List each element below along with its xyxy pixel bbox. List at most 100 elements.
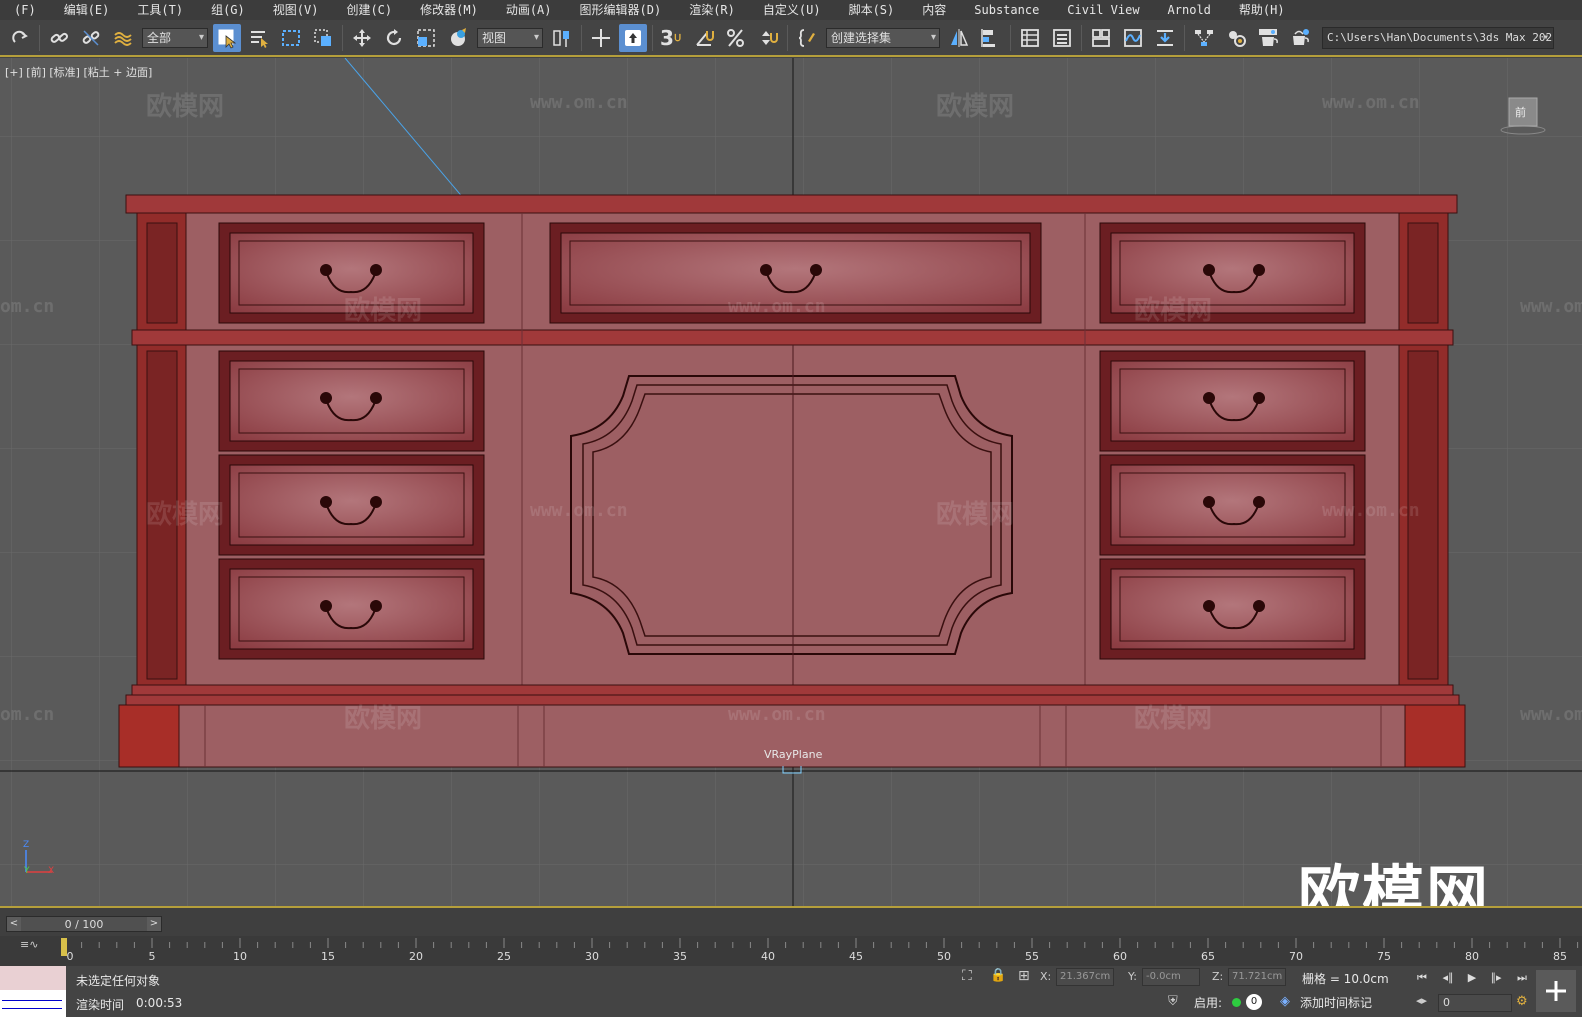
brand-watermark: 欧模网 xyxy=(1298,858,1491,906)
menu-item[interactable]: 内容 xyxy=(908,0,960,20)
track-bar[interactable]: 0 5 10 15 20 25 30 35 40 45 50 55 60 65 70 75 80 85 xyxy=(0,936,1582,966)
ruler-tick-label: 25 xyxy=(497,950,511,963)
ruler-tick-label: 45 xyxy=(849,950,863,963)
ruler-tick-label: 10 xyxy=(233,950,247,963)
maxscript-mini-listener[interactable] xyxy=(0,966,66,1017)
menu-item[interactable]: 修改器(M) xyxy=(406,0,492,20)
adaptive-degradation-icon[interactable]: ⛨ xyxy=(1168,994,1186,1012)
play-button[interactable]: ▶ xyxy=(1462,970,1482,986)
render-setup-button[interactable] xyxy=(1254,24,1282,52)
bind-spacewarp-button[interactable] xyxy=(109,24,137,52)
y-coord-field[interactable]: -0.0cm xyxy=(1142,968,1200,986)
ruler-tick-label: 55 xyxy=(1025,950,1039,963)
snap-toggle-button[interactable]: 3 xyxy=(658,24,686,52)
move-button[interactable] xyxy=(348,24,376,52)
keyboard-shortcut-toggle[interactable] xyxy=(619,23,647,52)
menu-item[interactable]: Substance xyxy=(960,0,1053,20)
mirror-button[interactable] xyxy=(945,24,973,52)
menu-item[interactable]: 编辑(E) xyxy=(50,0,124,20)
menu-item[interactable]: (F) xyxy=(0,0,50,20)
axis-x-label: X xyxy=(48,866,55,876)
pivot-center-button[interactable] xyxy=(548,24,576,52)
time-slider[interactable]: < 0 / 100 > xyxy=(6,916,162,932)
plus-icon xyxy=(1546,981,1566,1001)
menu-item[interactable]: 图形编辑器(D) xyxy=(566,0,676,20)
rotate-button[interactable] xyxy=(380,24,408,52)
spinner-snap-button[interactable] xyxy=(754,24,782,52)
menu-item[interactable]: 渲染(R) xyxy=(675,0,749,20)
add-time-tag-label[interactable]: 添加时间标记 xyxy=(1300,994,1372,1011)
viewcube[interactable]: 前 xyxy=(1500,96,1546,138)
front-viewport[interactable]: 欧模网 www.om.cn 欧模网 www.om.cn om.cn 欧模网 ww… xyxy=(0,58,1582,906)
prev-frame-arrow[interactable]: < xyxy=(7,917,21,931)
goto-start-button[interactable]: ⏮ xyxy=(1412,970,1432,986)
menu-item[interactable]: 帮助(H) xyxy=(1225,0,1299,20)
prev-key-button[interactable]: ◂∥ xyxy=(1438,970,1458,986)
viewport-label-menu[interactable]: [+] [前] [标准] [粘土 + 边面] xyxy=(5,64,152,80)
menu-item[interactable]: 组(G) xyxy=(197,0,259,20)
next-key-button[interactable]: ∥▸ xyxy=(1486,970,1506,986)
redo-icon xyxy=(12,30,28,43)
rect-selection-region-button[interactable] xyxy=(277,24,305,52)
align-button[interactable] xyxy=(977,24,1005,52)
toolbar-separator xyxy=(39,24,40,51)
menu-item[interactable]: Arnold xyxy=(1154,0,1225,20)
time-config-icon[interactable]: ⚙ xyxy=(1516,994,1534,1012)
next-frame-arrow[interactable]: > xyxy=(146,917,161,931)
menu-item[interactable]: Civil View xyxy=(1053,0,1153,20)
selection-lock-icon[interactable]: 🔒 xyxy=(990,968,1008,986)
menu-item[interactable]: 视图(V) xyxy=(259,0,333,20)
select-manipulate-button[interactable] xyxy=(587,24,615,52)
current-frame-field[interactable]: 0 xyxy=(1438,994,1512,1012)
create-button[interactable] xyxy=(1536,970,1576,1012)
goto-end-button[interactable]: ⏭ xyxy=(1512,970,1532,986)
angle-snap-button[interactable] xyxy=(690,24,718,52)
isolate-selection-icon[interactable]: ⛶ xyxy=(962,968,980,986)
curve-editor-button[interactable] xyxy=(1119,24,1147,52)
named-selection-dropdown[interactable]: 创建选择集 xyxy=(826,27,940,48)
toggle-ribbon-button[interactable] xyxy=(1087,24,1115,52)
menu-item[interactable]: 动画(A) xyxy=(492,0,566,20)
place-icon xyxy=(451,27,466,46)
angle-snap-icon xyxy=(696,30,714,46)
render-production-button[interactable] xyxy=(1286,24,1314,52)
toolbar-separator xyxy=(1010,24,1011,51)
window-crossing-button[interactable] xyxy=(309,24,337,52)
unlink-button[interactable] xyxy=(77,24,105,52)
axis-gizmo: Z Y X xyxy=(18,840,58,880)
time-tag-icon[interactable]: ◈ xyxy=(1280,994,1298,1012)
link-button[interactable] xyxy=(45,24,73,52)
schematic-graph-button[interactable] xyxy=(1190,24,1218,52)
status-bar: 未选定任何对象 渲染时间 0:00:53 ⛶ 🔒 ⊞ X: 21.367cm Y… xyxy=(0,966,1582,1017)
key-mode-icon[interactable]: ◂▸ xyxy=(1416,994,1434,1012)
layer-explorer-button[interactable] xyxy=(1048,24,1076,52)
ruler-tick-label: 65 xyxy=(1201,950,1215,963)
menu-item[interactable]: 工具(T) xyxy=(123,0,197,20)
reference-coord-dropdown[interactable]: 视图 xyxy=(477,27,543,48)
menu-item[interactable]: 自定义(U) xyxy=(749,0,835,20)
z-coord-field[interactable]: 71.721cm xyxy=(1228,968,1286,986)
percent-snap-button[interactable] xyxy=(722,24,750,52)
rect-selection-icon xyxy=(282,29,300,46)
desk-model[interactable] xyxy=(118,194,1466,768)
selection-filter-dropdown[interactable]: 全部 xyxy=(142,27,208,48)
project-folder-path[interactable]: C:\Users\Han\Documents\3ds Max 2022 xyxy=(1322,26,1554,49)
schematic-view-button[interactable] xyxy=(1151,24,1179,52)
spinner-icon xyxy=(762,30,778,45)
x-coord-field[interactable]: 21.367cm xyxy=(1056,968,1114,986)
menu-item[interactable]: 脚本(S) xyxy=(835,0,909,20)
3dsmax-window: (F) 编辑(E) 工具(T) 组(G) 视图(V) 创建(C) 修改器(M) 动画(A) 图形… xyxy=(0,0,1582,1017)
time-marker[interactable] xyxy=(61,938,67,956)
select-object-button[interactable] xyxy=(213,23,241,52)
curve-editor-mini-icon[interactable]: ≡∿ xyxy=(20,938,38,951)
material-editor-button[interactable] xyxy=(1222,24,1250,52)
menu-item[interactable]: 创建(C) xyxy=(332,0,406,20)
redo-button[interactable] xyxy=(6,24,34,52)
place-button[interactable] xyxy=(444,24,472,52)
edit-named-selection-button[interactable] xyxy=(793,24,821,52)
scale-button[interactable] xyxy=(412,24,440,52)
select-by-name-button[interactable] xyxy=(245,24,273,52)
scene-explorer-button[interactable] xyxy=(1016,24,1044,52)
toolbar-separator xyxy=(342,24,343,51)
absolute-mode-icon[interactable]: ⊞ xyxy=(1018,968,1036,986)
